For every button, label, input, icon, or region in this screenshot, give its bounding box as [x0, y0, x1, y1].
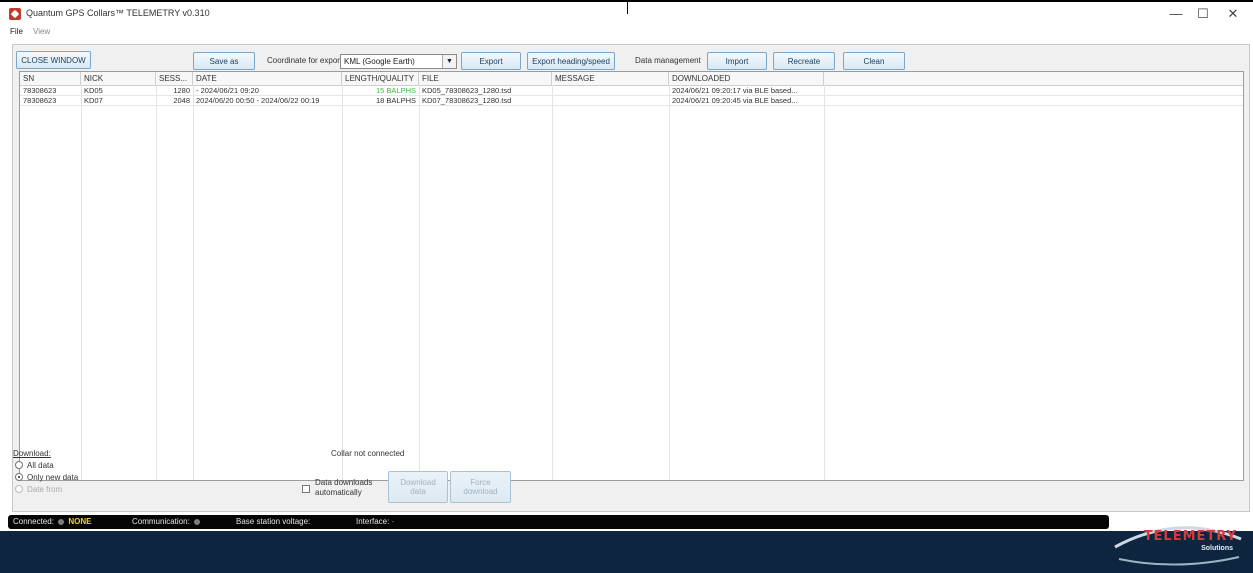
interface-label: Interface:	[356, 517, 390, 526]
menu-view[interactable]: View	[33, 27, 50, 36]
radio-all-data-label: All data	[27, 461, 54, 470]
coordinate-value: KML (Google Earth)	[344, 57, 415, 66]
status-bar: Connected: NONE Communication: Base stat…	[8, 515, 1109, 529]
column-header-length-quality[interactable]: LENGTH/QUALITY	[342, 72, 419, 85]
export-button[interactable]: Export	[461, 52, 521, 70]
column-header-sn[interactable]: SN	[20, 72, 81, 85]
communication-status: Communication:	[132, 517, 202, 526]
download-heading: Download:	[13, 449, 51, 458]
recreate-button[interactable]: Recreate	[773, 52, 835, 70]
cell-file: KD07_78308623_1280.tsd	[422, 96, 512, 105]
logo-text: TELEMETRY	[1143, 529, 1237, 544]
column-header-downloaded[interactable]: DOWNLOADED	[669, 72, 824, 85]
communication-indicator-icon	[194, 518, 201, 525]
window-title: Quantum GPS Collars™ TELEMETRY v0.310	[26, 8, 210, 18]
cell-nick: KD07	[84, 96, 103, 105]
column-divider	[342, 85, 343, 480]
voltage-label: Base station voltage:	[236, 517, 311, 526]
cell-session: 2048	[173, 96, 190, 105]
import-button[interactable]: Import	[707, 52, 767, 70]
column-header-file[interactable]: FILE	[419, 72, 552, 85]
data-management-label: Data management	[635, 56, 701, 65]
cell-message	[552, 86, 669, 95]
cell-downloaded: 2024/06/21 09:20:45 via BLE based...	[672, 96, 798, 105]
footer-banner: TELEMETRY Solutions	[0, 526, 1253, 573]
connected-indicator-icon	[58, 518, 65, 525]
app-icon	[9, 8, 21, 20]
auto-download-label-1: Data downloads	[315, 478, 373, 487]
download-data-label-2: data	[410, 487, 426, 496]
telemetry-logo: TELEMETRY Solutions	[1107, 517, 1247, 569]
maximize-button[interactable]: ☐	[1192, 6, 1214, 22]
column-divider	[824, 85, 825, 480]
table-header: SN NICK SESS... DATE LENGTH/QUALITY FILE…	[20, 72, 1243, 86]
data-table[interactable]: SN NICK SESS... DATE LENGTH/QUALITY FILE…	[19, 71, 1244, 481]
table-row[interactable]: 78308623 KD05 1280 - 2024/06/21 09:20 15…	[20, 86, 1243, 96]
download-data-label-1: Download	[400, 478, 436, 487]
main-panel: CLOSE WINDOW Save as Coordinate for expo…	[12, 44, 1250, 512]
table-row[interactable]: 78308623 KD07 2048 2024/06/20 00:50 - 20…	[20, 96, 1243, 106]
column-header-date[interactable]: DATE	[193, 72, 342, 85]
minimize-button[interactable]: —	[1165, 6, 1187, 21]
close-window-button[interactable]: CLOSE WINDOW	[16, 51, 91, 69]
column-divider	[81, 85, 82, 480]
connected-status: Connected: NONE	[13, 517, 92, 526]
column-header-nick[interactable]: NICK	[81, 72, 156, 85]
column-divider	[669, 85, 670, 480]
force-download-label-1: Force	[470, 478, 491, 487]
cell-nick: KD05	[84, 86, 103, 95]
logo-subtext: Solutions	[1201, 545, 1233, 552]
divider	[627, 2, 628, 14]
cell-message	[552, 96, 669, 105]
radio-date-from[interactable]	[15, 485, 23, 493]
close-button[interactable]: ✕	[1222, 6, 1244, 22]
column-header-session[interactable]: SESS...	[156, 72, 193, 85]
connected-label: Connected:	[13, 517, 54, 526]
menu-bar: File View	[0, 26, 1253, 40]
radio-only-new-data[interactable]	[15, 473, 23, 481]
cell-date: 2024/06/20 00:50 - 2024/06/22 00:19	[196, 96, 320, 105]
auto-download-label-2: automatically	[315, 488, 362, 497]
cell-file: KD05_78308623_1280.tsd	[422, 86, 512, 95]
coordinate-select[interactable]: KML (Google Earth) ▼	[340, 54, 457, 69]
radio-all-data[interactable]	[15, 461, 23, 469]
title-bar: Quantum GPS Collars™ TELEMETRY v0.310 — …	[0, 0, 1253, 26]
cell-sn: 78308623	[23, 86, 57, 95]
column-header-message[interactable]: MESSAGE	[552, 72, 669, 85]
cell-length-quality: 15 BALPHS	[375, 86, 416, 95]
force-download-label-2: download	[463, 487, 498, 496]
clean-button[interactable]: Clean	[843, 52, 905, 70]
cell-sn: 78308623	[23, 96, 57, 105]
interface-value: -	[391, 517, 395, 526]
cell-date: - 2024/06/21 09:20	[196, 86, 259, 95]
cell-session: 1280	[173, 86, 190, 95]
radio-only-new-data-label: Only new data	[27, 473, 79, 482]
collar-status: Collar not connected	[331, 449, 405, 458]
menu-file[interactable]: File	[10, 27, 23, 36]
chevron-down-icon: ▼	[442, 55, 456, 68]
force-download-button[interactable]: Force download	[450, 471, 511, 503]
column-divider	[193, 85, 194, 480]
column-divider	[156, 85, 157, 480]
column-divider	[552, 85, 553, 480]
download-data-button[interactable]: Download data	[388, 471, 448, 503]
column-divider	[419, 85, 420, 480]
connected-value: NONE	[68, 517, 92, 526]
interface-status: Interface: -	[356, 517, 394, 526]
auto-download-checkbox[interactable]	[302, 485, 310, 493]
cell-downloaded: 2024/06/21 09:20:17 via BLE based...	[672, 86, 798, 95]
communication-label: Communication:	[132, 517, 190, 526]
radio-date-from-label: Date from	[27, 485, 63, 494]
save-as-button[interactable]: Save as	[193, 52, 255, 70]
export-heading-speed-button[interactable]: Export heading/speed	[527, 52, 615, 70]
coordinate-label: Coordinate for export	[267, 56, 343, 65]
cell-length-quality: 18 BALPHS	[375, 96, 416, 105]
